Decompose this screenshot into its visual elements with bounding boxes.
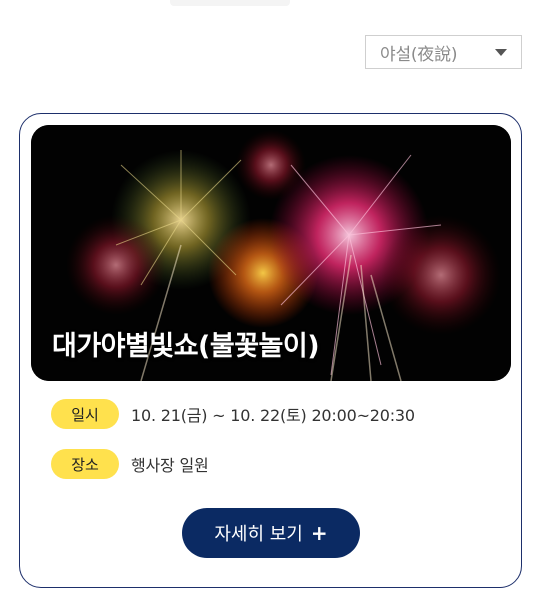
page: 야설(夜說) 대가야별빛쇼(불꽃놀이) 일시 10. 21(금) ~ 10. 2… [0, 0, 540, 598]
view-details-label: 자세히 보기 [214, 524, 303, 545]
event-image[interactable]: 대가야별빛쇼(불꽃놀이) [31, 125, 511, 381]
dropdown-selected-value: 야설(夜說) [380, 44, 458, 65]
event-title: 대가야별빛쇼(불꽃놀이) [52, 331, 320, 362]
date-row: 일시 10. 21(금) ~ 10. 22(토) 20:00~20:30 [51, 399, 415, 429]
place-value: 행사장 일원 [131, 456, 209, 475]
header-remnant [170, 0, 290, 6]
date-value: 10. 21(금) ~ 10. 22(토) 20:00~20:30 [131, 406, 415, 425]
place-label-badge: 장소 [51, 449, 119, 479]
event-card: 대가야별빛쇼(불꽃놀이) 일시 10. 21(금) ~ 10. 22(토) 20… [19, 113, 522, 588]
caret-down-icon [495, 48, 507, 56]
category-dropdown[interactable]: 야설(夜說) [365, 35, 522, 69]
date-label-badge: 일시 [51, 399, 119, 429]
view-details-button[interactable]: 자세히 보기 + [182, 508, 360, 558]
place-row: 장소 행사장 일원 [51, 449, 209, 479]
plus-icon: + [310, 521, 328, 545]
